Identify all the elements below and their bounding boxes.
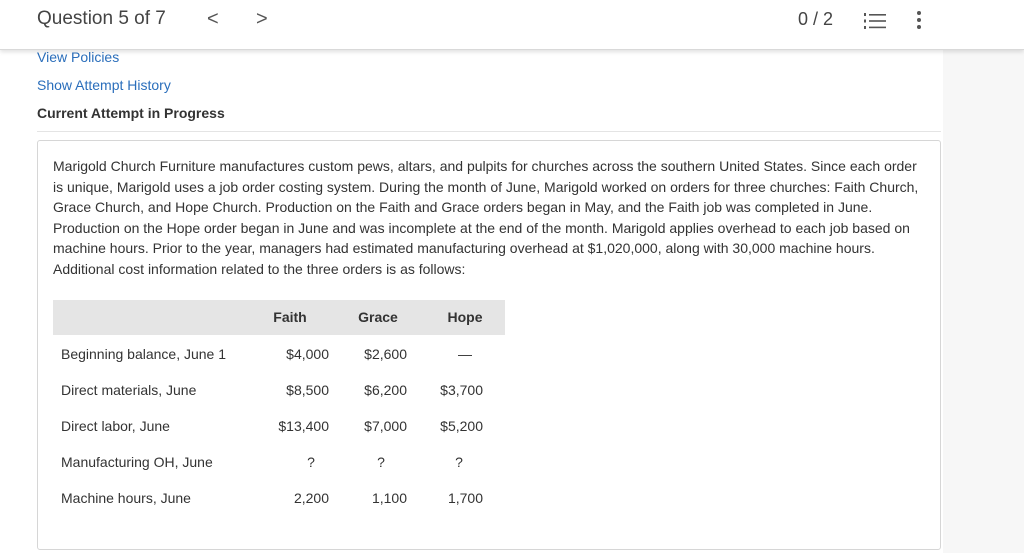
row-label: Beginning balance, June 1 — [61, 346, 227, 362]
problem-text: Marigold Church Furniture manufactures c… — [53, 158, 919, 277]
cell-faith: $4,000 — [286, 346, 329, 362]
cell-faith: 2,200 — [293, 490, 329, 506]
score-display: 0 / 2 — [798, 9, 834, 29]
table-header: Faith Grace Hope — [53, 300, 505, 335]
cell-faith: ? — [307, 454, 315, 470]
cell-faith: $13,400 — [278, 418, 329, 434]
cell-faith: $8,500 — [286, 382, 329, 398]
cell-grace: $7,000 — [364, 418, 407, 434]
table-row: Direct labor, June $13,400 $7,000 $5,200 — [53, 408, 505, 444]
divider — [37, 131, 941, 132]
table-row: Beginning balance, June 1 $4,000 $2,600 … — [53, 336, 505, 372]
cell-grace: ? — [377, 454, 385, 470]
view-policies-link[interactable]: View Policies — [37, 49, 119, 65]
cell-grace: $6,200 — [364, 382, 407, 398]
cell-hope: ? — [455, 454, 463, 470]
column-header-faith: Faith — [273, 309, 307, 325]
column-header-hope: Hope — [447, 309, 483, 325]
attempt-status: Current Attempt in Progress — [37, 105, 225, 121]
next-question-button[interactable]: > — [256, 8, 268, 31]
question-position: Question 5 of 7 — [37, 8, 166, 29]
cell-grace: 1,100 — [371, 490, 407, 506]
table-row: Machine hours, June 2,200 1,100 1,700 — [53, 480, 505, 516]
cell-hope: $5,200 — [440, 418, 483, 434]
question-card: Marigold Church Furniture manufactures c… — [37, 140, 941, 550]
cell-hope: 1,700 — [447, 490, 483, 506]
table-row: Manufacturing OH, June ? ? ? — [53, 444, 505, 480]
show-attempt-history-link[interactable]: Show Attempt History — [37, 77, 171, 93]
column-header-grace: Grace — [358, 309, 398, 325]
cell-hope: $3,700 — [440, 382, 483, 398]
row-label: Manufacturing OH, June — [61, 454, 213, 470]
previous-question-button[interactable]: < — [207, 8, 219, 31]
cell-grace: $2,600 — [364, 346, 407, 362]
row-label: Direct materials, June — [61, 382, 197, 398]
numbered-list-icon[interactable] — [864, 12, 886, 30]
cell-hope: — — [458, 346, 472, 362]
more-vertical-icon[interactable] — [914, 10, 924, 30]
table-row: Direct materials, June $8,500 $6,200 $3,… — [53, 372, 505, 408]
right-gutter — [943, 50, 1024, 553]
row-label: Machine hours, June — [61, 490, 191, 506]
row-label: Direct labor, June — [61, 418, 170, 434]
top-bar: Question 5 of 7 < > 0 / 2 — [0, 0, 1024, 50]
